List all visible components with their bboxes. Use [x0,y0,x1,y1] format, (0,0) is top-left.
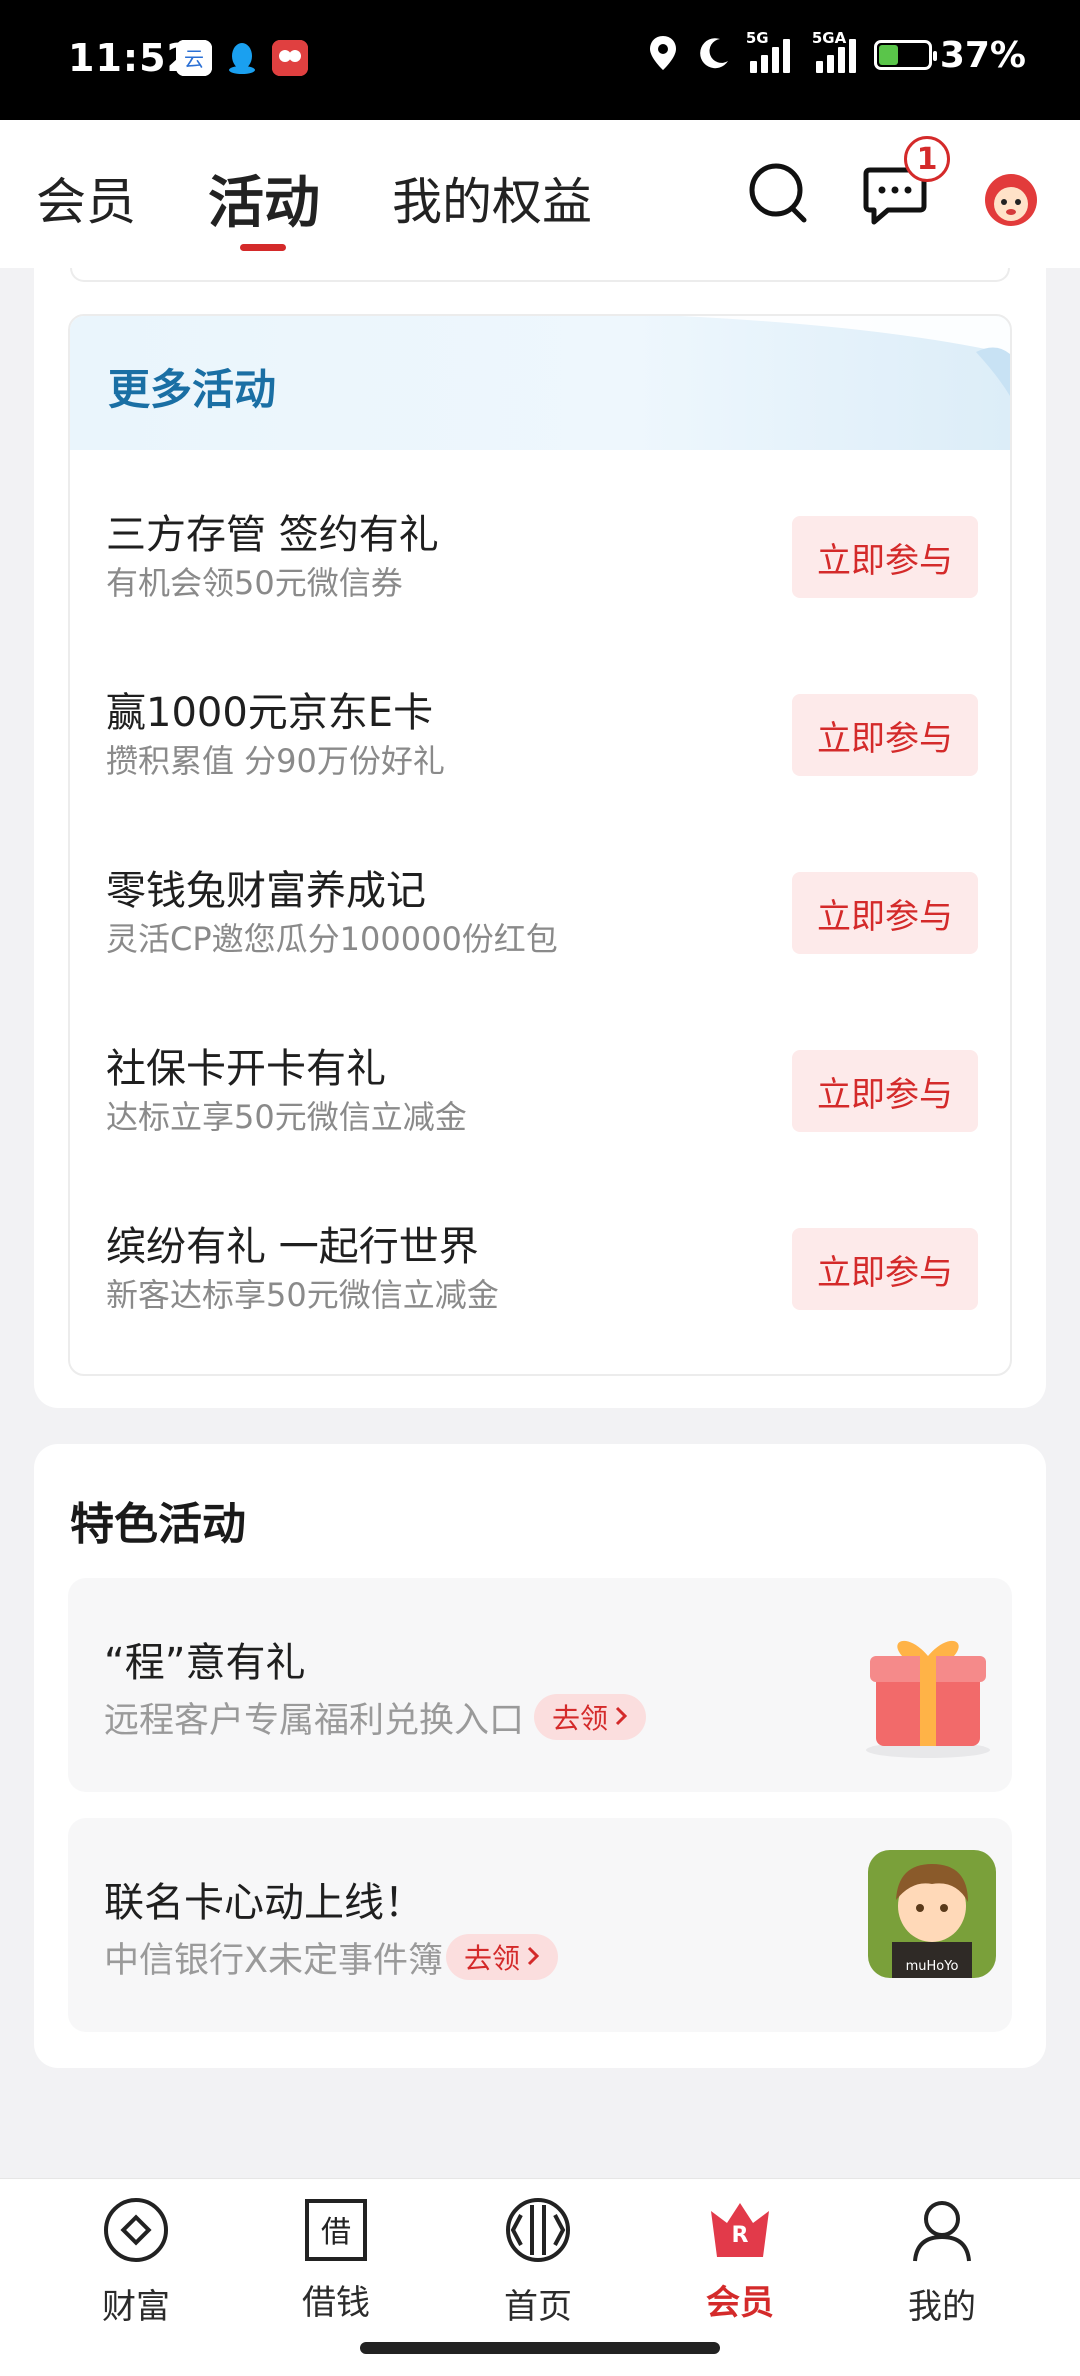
featured-card-subtitle: 中信银行X未定事件簿 [104,1941,443,1981]
muhoyo-logo: muHoYo [906,1959,959,1974]
list-item[interactable]: 三方存管 签约有礼 有机会领50元微信券 立即参与 [70,450,1010,628]
list-item[interactable]: 社保卡开卡有礼 达标立享50元微信立减金 立即参与 [70,984,1010,1162]
more-activities-panel: 更多活动 三方存管 签约有礼 有机会领50元微信券 立即参与 赢1000元京东E… [68,314,1012,1376]
tab-activities[interactable]: 活动 [208,158,320,239]
status-bar: 11:52 云 5G 5GA 37% [0,0,1080,120]
join-button[interactable]: 立即参与 [792,694,978,776]
nav-home[interactable]: 首页 [468,2195,608,2328]
home-indicator[interactable] [360,2342,720,2354]
more-activities-header: 更多活动 [70,316,1010,450]
active-tab-indicator [240,244,286,251]
activity-title: 零钱兔财富养成记 [106,868,426,914]
activity-subtitle: 有机会领50元微信券 [106,564,403,602]
moon-icon [696,35,732,75]
join-button[interactable]: 立即参与 [792,516,978,598]
featured-card-title: “程”意有礼 [104,1640,306,1686]
home-icon [503,2195,573,2269]
join-button[interactable]: 立即参与 [792,1228,978,1310]
signal-icon-2: 5GA [812,29,856,73]
battery-indicator: 37% [873,34,1026,76]
claim-label: 去领 [464,1942,521,1975]
cloud-app-icon: 云 [176,40,212,76]
activity-title: 三方存管 签约有礼 [106,512,439,558]
featured-activities-section: 特色活动 “程”意有礼 远程客户专属福利兑换入口 去领 联名卡心动上线！ 中信银… [34,1444,1046,2068]
activity-subtitle: 新客达标享50元微信立减金 [106,1276,499,1314]
nav-label: 借钱 [302,2283,370,2323]
featured-card-subtitle: 远程客户专属福利兑换入口 [104,1701,525,1741]
svg-text:云: 云 [184,47,204,71]
gift-box-icon [858,1612,998,1766]
nav-label: 财富 [102,2287,170,2327]
list-item[interactable]: 缤纷有礼 一起行世界 新客达标享50元微信立减金 立即参与 [70,1162,1010,1340]
search-icon[interactable] [748,160,810,230]
chevron-right-icon [614,1701,628,1734]
activity-subtitle: 灵活CP邀您瓜分100000份红包 [106,920,558,958]
avatar[interactable] [976,164,1046,238]
location-icon [648,34,678,76]
profile-icon [907,2195,977,2269]
activity-title: 缤纷有礼 一起行世界 [106,1224,479,1270]
activity-subtitle: 达标立享50元微信立减金 [106,1098,467,1136]
activity-subtitle: 攒积累值 分90万份好礼 [106,742,445,780]
featured-card-cobrand[interactable]: 联名卡心动上线！ 中信银行X未定事件簿 去领 muHoYo [68,1818,1012,2032]
nav-loan[interactable]: 借 借钱 [266,2195,406,2324]
previous-panel-edge [70,268,1010,282]
more-activities-title: 更多活动 [108,365,277,414]
character-avatar: muHoYo [868,1850,996,1982]
loan-glyph: 借 [321,2215,351,2250]
list-item[interactable]: 零钱兔财富养成记 灵活CP邀您瓜分100000份红包 立即参与 [70,806,1010,984]
join-button[interactable]: 立即参与 [792,1050,978,1132]
featured-card-gift[interactable]: “程”意有礼 远程客户专属福利兑换入口 去领 [68,1578,1012,1792]
nav-member[interactable]: R 会员 [670,2195,810,2324]
nav-label: 会员 [706,2283,774,2323]
qq-icon [224,40,260,76]
tab-my-rights[interactable]: 我的权益 [392,162,592,234]
activity-title: 社保卡开卡有礼 [106,1046,386,1092]
chevron-right-icon [526,1941,540,1974]
loan-icon: 借 [301,2195,371,2265]
message-badge: 1 [904,136,950,182]
nav-label: 我的 [908,2287,976,2327]
nav-wealth[interactable]: 财富 [66,2195,206,2328]
page-curl-decoration [680,316,1010,396]
featured-title: 特色活动 [70,1499,246,1550]
claim-label: 去领 [552,1702,609,1735]
battery-icon [873,40,937,70]
wealth-icon [101,2195,171,2269]
tab-member[interactable]: 会员 [36,162,136,234]
featured-card-title: 联名卡心动上线！ [104,1880,424,1926]
claim-button[interactable]: 去领 [446,1934,559,1980]
member-glyph: R [731,2223,749,2248]
claim-button[interactable]: 去领 [534,1694,647,1740]
signal-icon: 5G [746,29,790,73]
activity-title: 赢1000元京东E卡 [106,690,434,736]
battery-percent: 37% [939,34,1026,76]
bank-app-icon [272,40,308,76]
nav-profile[interactable]: 我的 [872,2195,1012,2328]
join-button[interactable]: 立即参与 [792,872,978,954]
list-item[interactable]: 赢1000元京东E卡 攒积累值 分90万份好礼 立即参与 [70,628,1010,806]
member-crown-icon: R [705,2195,775,2265]
nav-label: 首页 [504,2287,572,2327]
